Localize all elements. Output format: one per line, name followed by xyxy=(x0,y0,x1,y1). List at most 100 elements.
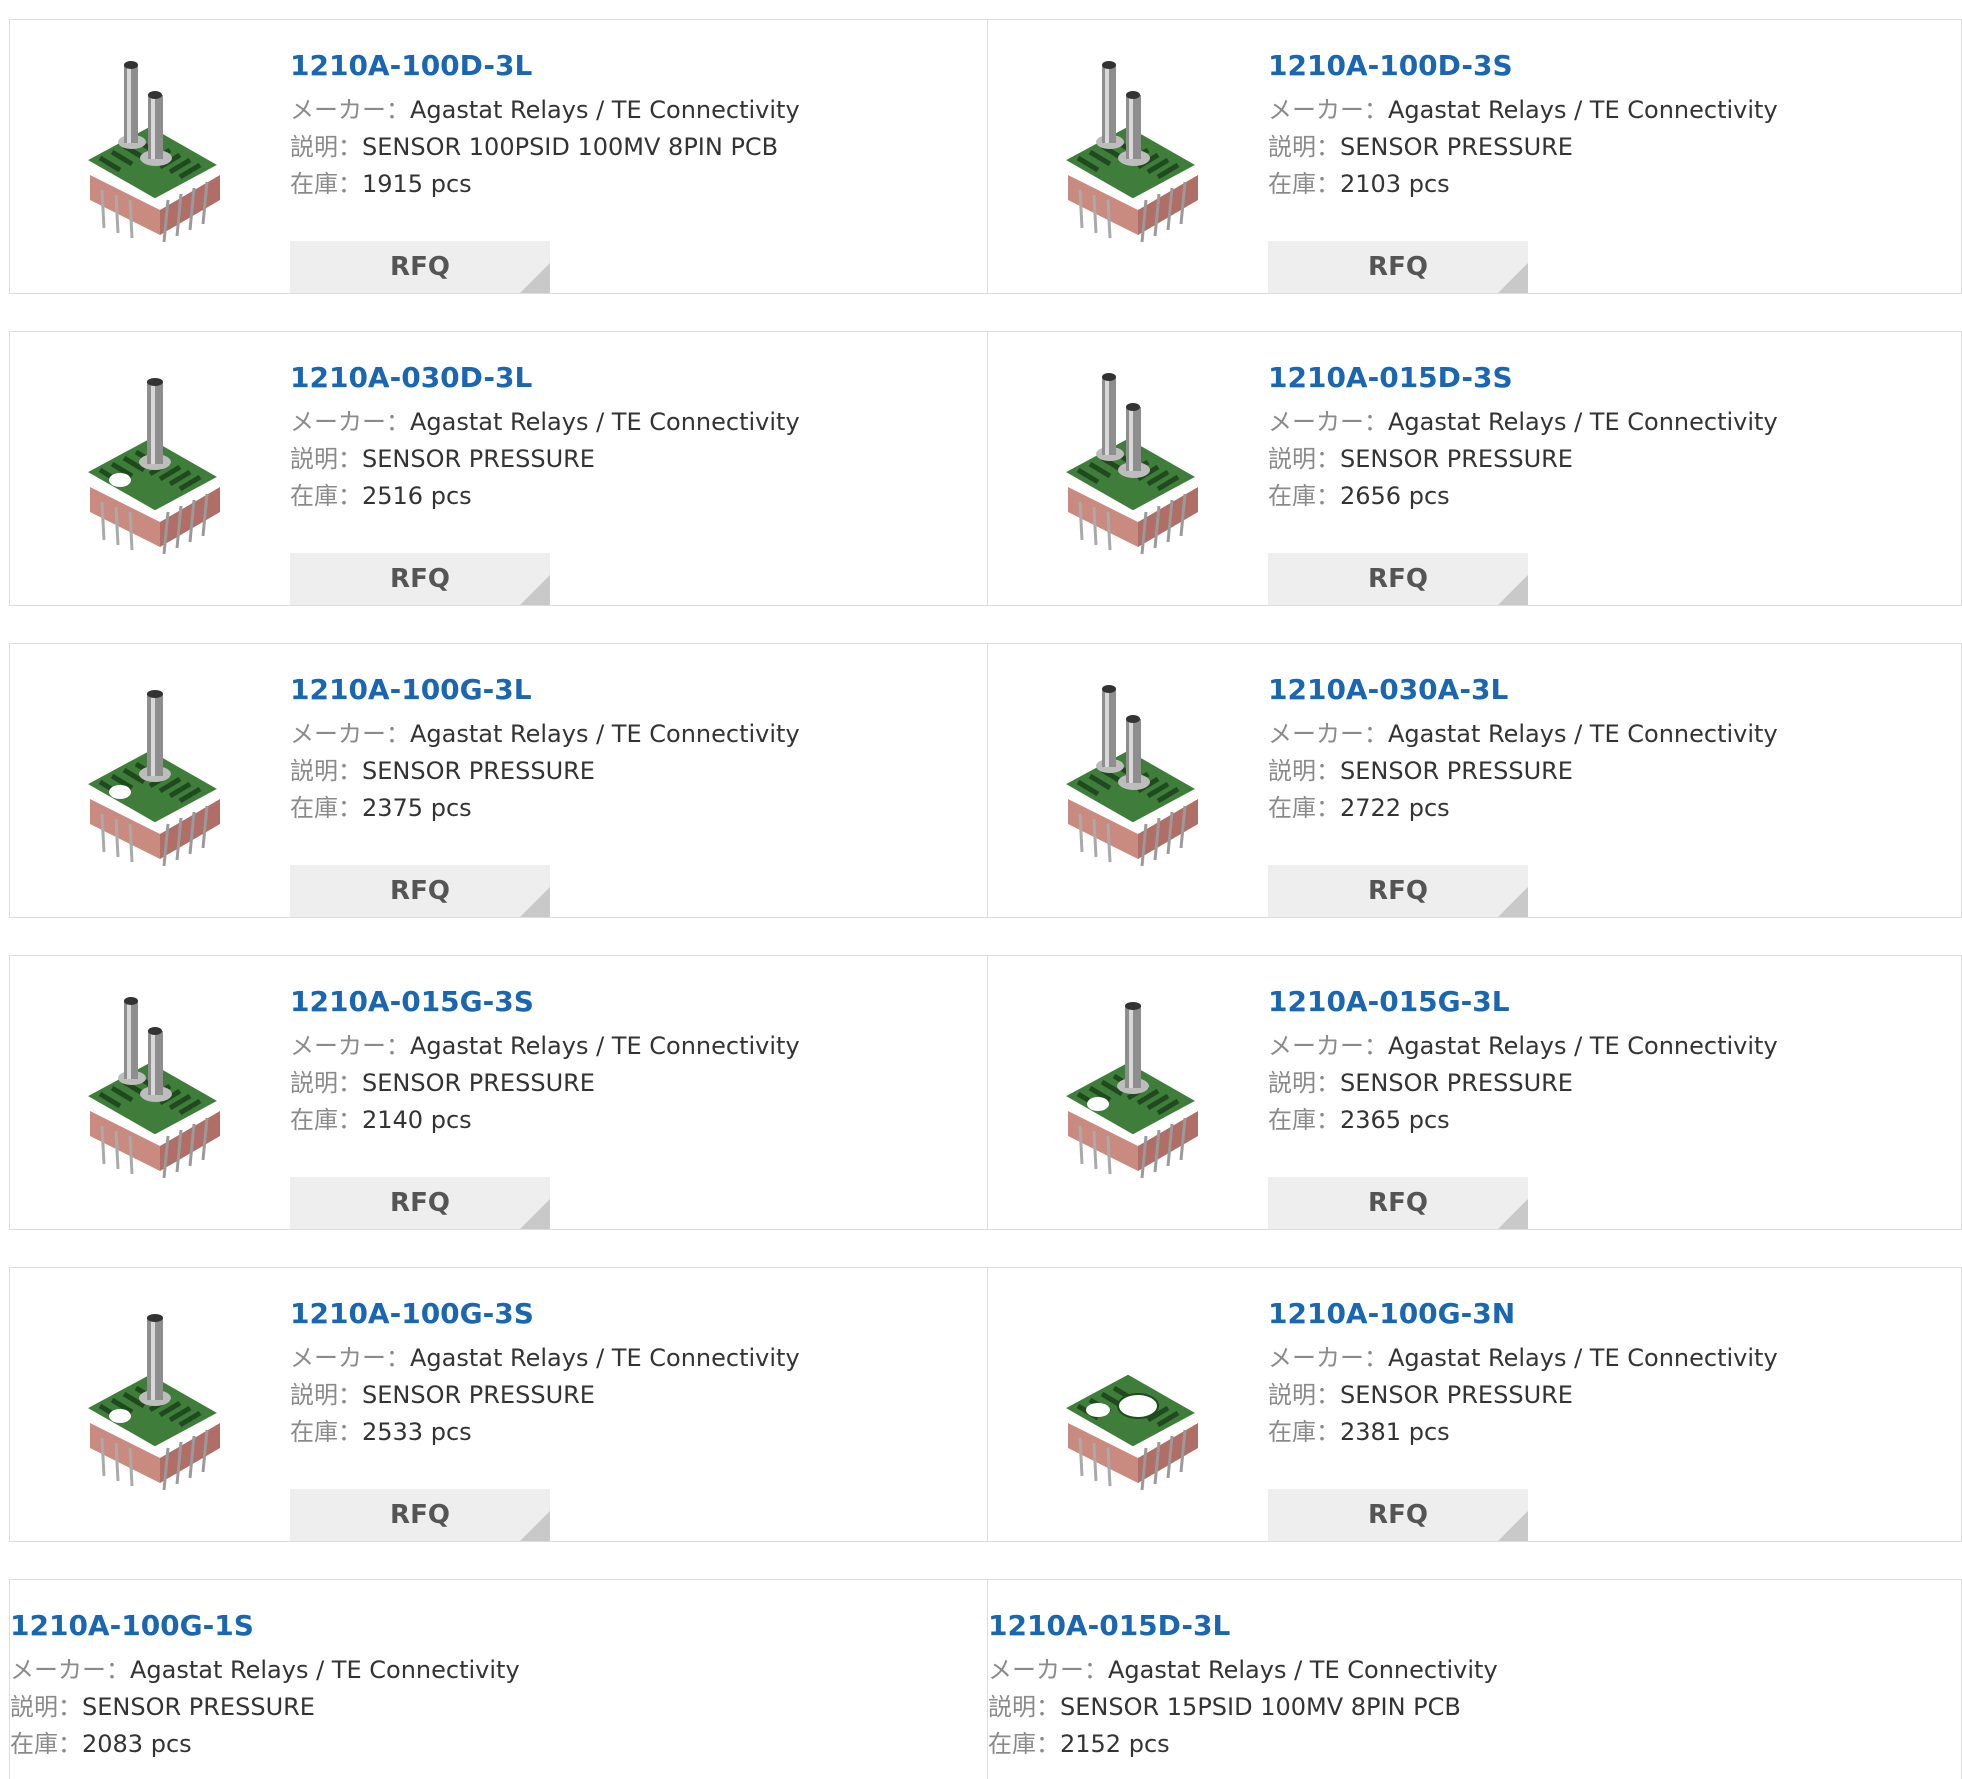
stock-line: 在庫2516 pcs xyxy=(290,478,800,515)
rfq-button[interactable]: RFQ xyxy=(1268,553,1528,605)
product-image[interactable] xyxy=(50,986,250,1186)
product-card: 1210A-015D-3S メーカーAgastat Relays / TE Con… xyxy=(987,332,1961,605)
part-number-link[interactable]: 1210A-100D-3L xyxy=(290,48,800,84)
stock-value: 2516 pcs xyxy=(362,482,472,510)
manufacturer-label: メーカー xyxy=(1268,1032,1388,1060)
description-label: 説明 xyxy=(290,757,362,785)
rfq-button[interactable]: RFQ xyxy=(290,1489,550,1541)
product-image[interactable] xyxy=(50,1298,250,1498)
rfq-corner-decoration xyxy=(1498,263,1528,293)
description-value: SENSOR PRESSURE xyxy=(1340,1381,1573,1409)
rfq-corner-decoration xyxy=(1498,1511,1528,1541)
part-number-link[interactable]: 1210A-015D-3L xyxy=(988,1608,1498,1644)
rfq-button[interactable]: RFQ xyxy=(1268,865,1528,917)
rfq-button[interactable]: RFQ xyxy=(290,1177,550,1229)
manufacturer-label: メーカー xyxy=(290,96,410,124)
manufacturer-line: メーカーAgastat Relays / TE Connectivity xyxy=(1268,92,1778,129)
manufacturer-line: メーカーAgastat Relays / TE Connectivity xyxy=(1268,1340,1778,1377)
stock-line: 在庫2152 pcs xyxy=(988,1726,1498,1763)
manufacturer-value: Agastat Relays / TE Connectivity xyxy=(410,720,800,748)
description-line: 説明SENSOR PRESSURE xyxy=(1268,1065,1778,1102)
product-card: 1210A-100G-1S メーカーAgastat Relays / TE Con… xyxy=(10,1580,987,1779)
rfq-label: RFQ xyxy=(390,1500,450,1530)
manufacturer-value: Agastat Relays / TE Connectivity xyxy=(1388,408,1778,436)
product-card: 1210A-015G-3S メーカーAgastat Relays / TE Con… xyxy=(10,956,987,1229)
stock-line: 在庫2375 pcs xyxy=(290,790,800,827)
description-value: SENSOR PRESSURE xyxy=(82,1693,315,1721)
manufacturer-label: メーカー xyxy=(1268,1344,1388,1372)
stock-value: 2656 pcs xyxy=(1340,482,1450,510)
description-line: 説明SENSOR PRESSURE xyxy=(290,441,800,478)
rfq-corner-decoration xyxy=(520,1511,550,1541)
manufacturer-line: メーカーAgastat Relays / TE Connectivity xyxy=(290,92,800,129)
manufacturer-line: メーカーAgastat Relays / TE Connectivity xyxy=(1268,1028,1778,1065)
product-image[interactable] xyxy=(50,50,250,250)
stock-value: 2140 pcs xyxy=(362,1106,472,1134)
part-number-link[interactable]: 1210A-100D-3S xyxy=(1268,48,1778,84)
product-image[interactable] xyxy=(1028,362,1228,562)
product-info: 1210A-100G-1S メーカーAgastat Relays / TE Con… xyxy=(10,1608,520,1763)
manufacturer-value: Agastat Relays / TE Connectivity xyxy=(130,1656,520,1684)
product-image[interactable] xyxy=(1028,674,1228,874)
description-line: 説明SENSOR PRESSURE xyxy=(290,753,800,790)
rfq-corner-decoration xyxy=(520,1199,550,1229)
stock-value: 2103 pcs xyxy=(1340,170,1450,198)
description-label: 説明 xyxy=(290,1069,362,1097)
description-value: SENSOR PRESSURE xyxy=(362,1069,595,1097)
part-number-link[interactable]: 1210A-100G-3N xyxy=(1268,1296,1778,1332)
description-line: 説明SENSOR PRESSURE xyxy=(290,1377,800,1414)
part-number-link[interactable]: 1210A-100G-1S xyxy=(10,1608,520,1644)
part-number-link[interactable]: 1210A-015D-3S xyxy=(1268,360,1778,396)
product-image[interactable] xyxy=(50,674,250,874)
product-row: 1210A-030D-3L メーカーAgastat Relays / TE Con… xyxy=(9,331,1962,606)
description-value: SENSOR PRESSURE xyxy=(362,757,595,785)
product-image[interactable] xyxy=(1028,986,1228,1186)
product-card: 1210A-030D-3L メーカーAgastat Relays / TE Con… xyxy=(10,332,987,605)
stock-label: 在庫 xyxy=(290,794,362,822)
rfq-button[interactable]: RFQ xyxy=(1268,1489,1528,1541)
product-image[interactable] xyxy=(50,362,250,562)
manufacturer-line: メーカーAgastat Relays / TE Connectivity xyxy=(1268,716,1778,753)
product-card: 1210A-100G-3L メーカーAgastat Relays / TE Con… xyxy=(10,644,987,917)
product-info: 1210A-015G-3L メーカーAgastat Relays / TE Con… xyxy=(1268,984,1778,1229)
rfq-button[interactable]: RFQ xyxy=(1268,241,1528,293)
rfq-label: RFQ xyxy=(390,876,450,906)
rfq-label: RFQ xyxy=(1368,564,1428,594)
description-line: 説明SENSOR PRESSURE xyxy=(290,1065,800,1102)
rfq-button[interactable]: RFQ xyxy=(290,241,550,293)
manufacturer-label: メーカー xyxy=(1268,408,1388,436)
manufacturer-line: メーカーAgastat Relays / TE Connectivity xyxy=(290,1028,800,1065)
description-label: 説明 xyxy=(1268,757,1340,785)
rfq-button[interactable]: RFQ xyxy=(290,553,550,605)
product-card: 1210A-100G-3S メーカーAgastat Relays / TE Con… xyxy=(10,1268,987,1541)
description-line: 説明SENSOR PRESSURE xyxy=(1268,441,1778,478)
stock-value: 2722 pcs xyxy=(1340,794,1450,822)
rfq-button[interactable]: RFQ xyxy=(290,865,550,917)
stock-label: 在庫 xyxy=(290,170,362,198)
part-number-link[interactable]: 1210A-030A-3L xyxy=(1268,672,1778,708)
part-number-link[interactable]: 1210A-100G-3L xyxy=(290,672,800,708)
manufacturer-line: メーカーAgastat Relays / TE Connectivity xyxy=(290,1340,800,1377)
part-number-link[interactable]: 1210A-030D-3L xyxy=(290,360,800,396)
description-label: 説明 xyxy=(1268,133,1340,161)
stock-line: 在庫2140 pcs xyxy=(290,1102,800,1139)
rfq-label: RFQ xyxy=(1368,876,1428,906)
stock-label: 在庫 xyxy=(1268,482,1340,510)
product-image[interactable] xyxy=(1028,1298,1228,1498)
description-line: 説明SENSOR PRESSURE xyxy=(1268,1377,1778,1414)
rfq-corner-decoration xyxy=(520,575,550,605)
product-row: 1210A-100D-3L メーカーAgastat Relays / TE Con… xyxy=(9,19,1962,294)
part-number-link[interactable]: 1210A-100G-3S xyxy=(290,1296,800,1332)
product-info: 1210A-100D-3S メーカーAgastat Relays / TE Con… xyxy=(1268,48,1778,293)
description-label: 説明 xyxy=(290,1381,362,1409)
description-value: SENSOR PRESSURE xyxy=(1340,1069,1573,1097)
stock-label: 在庫 xyxy=(1268,1106,1340,1134)
rfq-button[interactable]: RFQ xyxy=(1268,1177,1528,1229)
product-image[interactable] xyxy=(1028,50,1228,250)
stock-label: 在庫 xyxy=(290,1106,362,1134)
product-info: 1210A-015G-3S メーカーAgastat Relays / TE Con… xyxy=(290,984,800,1229)
part-number-link[interactable]: 1210A-015G-3L xyxy=(1268,984,1778,1020)
description-label: 説明 xyxy=(290,445,362,473)
product-info: 1210A-100G-3N メーカーAgastat Relays / TE Con… xyxy=(1268,1296,1778,1541)
part-number-link[interactable]: 1210A-015G-3S xyxy=(290,984,800,1020)
